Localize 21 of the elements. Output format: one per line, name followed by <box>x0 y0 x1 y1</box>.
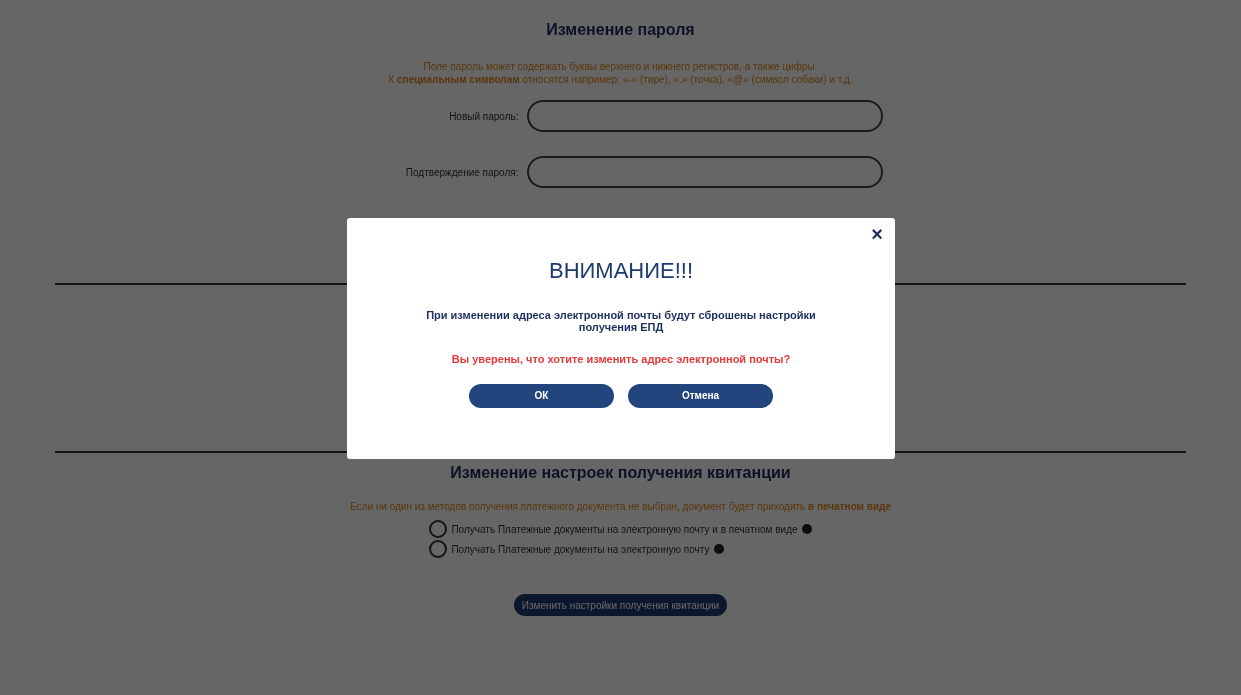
section-title: Изменение пароля <box>546 20 695 40</box>
radio-button[interactable] <box>429 540 448 558</box>
option-label: Получать Платежные документы на электронную почту и в печатном виде <box>451 522 798 537</box>
close-button[interactable]: × <box>871 224 883 244</box>
field-label: Подтверждение пароля: <box>404 165 519 180</box>
radio-button[interactable] <box>429 520 448 538</box>
dialog-button[interactable]: Отмена <box>628 383 773 408</box>
hint-text: Поле пароль может содержать буквы верхнего и нижнего регистров, а также цифры. <box>423 60 818 73</box>
help-icon[interactable] <box>713 544 724 554</box>
help-icon[interactable] <box>801 524 812 534</box>
password-field[interactable] <box>526 100 883 132</box>
hint-text: Если ни один из методов получения платежного документа не выбран, документ будет приходить в печатном виде <box>350 500 891 514</box>
dialog-button[interactable]: ОК <box>469 383 614 408</box>
dialog-question: Вы уверены, что хотите изменить адрес электронной почты? <box>451 352 791 367</box>
dialog-title: ВНИМАНИЕ!!! <box>548 257 694 285</box>
hint-text: К специальным символам относятся например: «-» (тире), «.» (точка), «@» (символ собаки) и т.д. <box>388 73 853 86</box>
password-field[interactable] <box>526 156 883 188</box>
field-label: Новый пароль: <box>448 109 519 124</box>
section-title: Изменение настроек получения квитанции <box>450 463 791 483</box>
option-label: Получать Платежные документы на электронную почту <box>451 542 710 557</box>
dialog-message: При изменении адреса электронной почты будут сброшены настройки получения ЕПД <box>425 309 817 333</box>
